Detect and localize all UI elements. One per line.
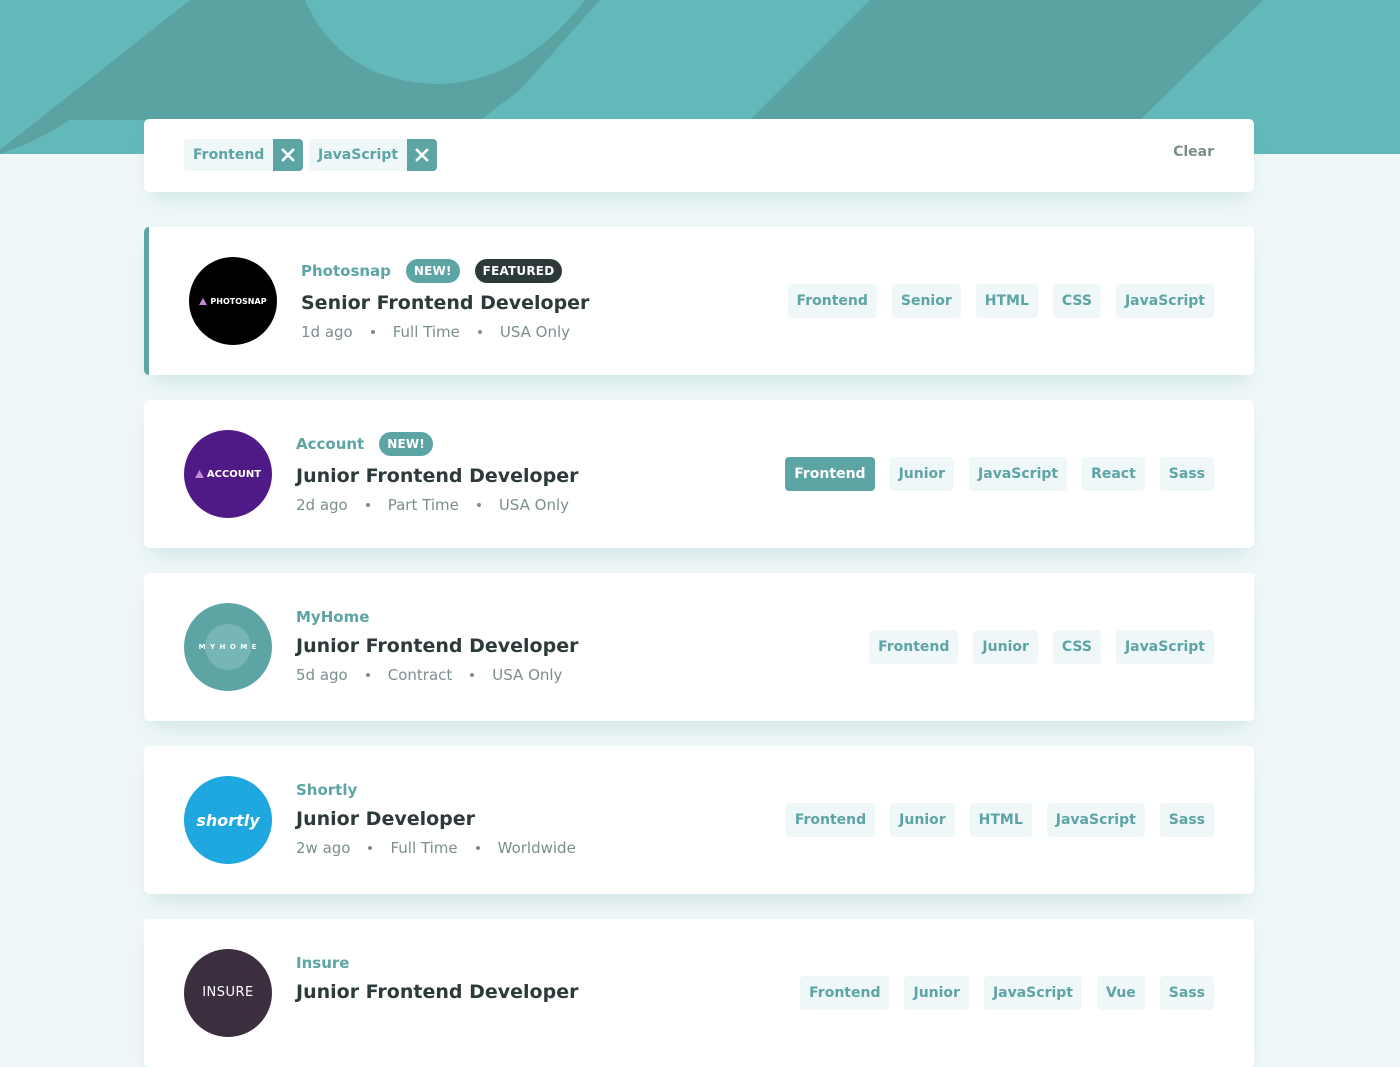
featured-badge: FEATURED xyxy=(474,259,563,283)
tag-button-active[interactable]: Frontend xyxy=(785,457,875,491)
tag-button[interactable]: Frontend xyxy=(800,976,890,1010)
new-badge: NEW! xyxy=(379,432,433,456)
tag-button[interactable]: Junior xyxy=(889,457,955,491)
job-title[interactable]: Junior Frontend Developer xyxy=(296,635,578,657)
contract-type: Part Time xyxy=(387,496,459,514)
tag-button[interactable]: JavaScript xyxy=(1046,803,1145,837)
contract-type: Contract xyxy=(387,666,453,684)
close-icon[interactable] xyxy=(407,139,438,171)
location: USA Only xyxy=(492,666,563,684)
filter-chip-javascript: JavaScript xyxy=(309,139,438,171)
tag-button[interactable]: Vue xyxy=(1096,976,1145,1010)
separator-dot xyxy=(368,846,373,850)
separator-dot xyxy=(477,330,482,334)
separator-dot xyxy=(370,330,375,334)
posted-at: 2d ago xyxy=(296,496,348,514)
company-name: Shortly xyxy=(296,781,358,799)
tag-button[interactable]: Sass xyxy=(1159,803,1214,837)
company-logo-text: shortly xyxy=(196,810,260,830)
separator-dot xyxy=(476,503,481,507)
tag-button[interactable]: HTML xyxy=(975,284,1038,318)
contract-type: Full Time xyxy=(390,839,458,857)
separator-dot xyxy=(365,673,370,677)
tag-button[interactable]: Sass xyxy=(1159,457,1214,491)
location: USA Only xyxy=(499,323,571,341)
job-card: ACCOUNT Account NEW! Junior Frontend Dev… xyxy=(144,400,1254,548)
tag-button[interactable]: CSS xyxy=(1052,284,1101,318)
new-badge: NEW! xyxy=(405,259,460,283)
posted-at: 1d ago xyxy=(301,323,353,341)
company-name: Insure xyxy=(296,954,350,972)
tag-button[interactable]: JavaScript xyxy=(1115,284,1214,318)
job-card: M Y H O M E MyHome Junior Frontend Devel… xyxy=(144,573,1254,721)
job-card: INSURE Insure Junior Frontend Developer … xyxy=(144,919,1254,1067)
tag-button[interactable]: Sass xyxy=(1159,976,1214,1010)
separator-dot xyxy=(475,846,480,850)
tag-button[interactable]: JavaScript xyxy=(969,457,1068,491)
company-logo: INSURE xyxy=(184,949,272,1037)
tag-list: Frontend Junior HTML JavaScript Sass xyxy=(785,803,1214,837)
tag-button[interactable]: Junior xyxy=(890,803,955,837)
job-title[interactable]: Junior Frontend Developer xyxy=(296,981,578,1003)
tag-button[interactable]: JavaScript xyxy=(1115,630,1214,664)
tag-button[interactable]: Junior xyxy=(904,976,969,1010)
tag-list: Frontend Junior JavaScript React Sass xyxy=(785,457,1214,491)
job-title[interactable]: Junior Frontend Developer xyxy=(296,465,578,487)
tag-list: Frontend Senior HTML CSS JavaScript xyxy=(787,284,1214,318)
company-name: Account xyxy=(296,435,365,453)
tag-button[interactable]: Frontend xyxy=(785,803,876,837)
company-logo-text: INSURE xyxy=(202,985,254,1000)
posted-at: 2w ago xyxy=(296,839,351,857)
tag-button[interactable]: Frontend xyxy=(869,630,959,664)
contract-type: Full Time xyxy=(392,323,460,341)
company-name: MyHome xyxy=(296,608,370,626)
close-icon[interactable] xyxy=(273,139,304,171)
separator-dot xyxy=(365,503,370,507)
company-logo-text: ACCOUNT xyxy=(206,468,262,480)
tag-list: Frontend Junior JavaScript Vue Sass xyxy=(800,976,1214,1010)
tag-button[interactable]: React xyxy=(1082,457,1145,491)
company-logo: ACCOUNT xyxy=(184,430,272,518)
posted-at: 5d ago xyxy=(296,666,348,684)
tag-button[interactable]: JavaScript xyxy=(983,976,1082,1010)
company-logo-text: PHOTOSNAP xyxy=(210,296,267,306)
filter-chip-frontend: Frontend xyxy=(184,139,304,171)
job-title[interactable]: Junior Developer xyxy=(296,808,576,830)
company-logo-text: M Y H O M E xyxy=(198,643,258,651)
tag-button[interactable]: Frontend xyxy=(787,284,877,318)
clear-button[interactable]: Clear xyxy=(1173,144,1214,160)
filter-chip-label: JavaScript xyxy=(309,139,408,171)
location: USA Only xyxy=(498,496,569,514)
location: Worldwide xyxy=(497,839,576,857)
company-logo: PHOTOSNAP xyxy=(189,257,277,345)
tag-button[interactable]: CSS xyxy=(1052,630,1101,664)
triangle-icon xyxy=(194,470,204,478)
tag-list: Frontend Junior CSS JavaScript xyxy=(869,630,1214,664)
company-logo: shortly xyxy=(184,776,272,864)
tag-button[interactable]: Junior xyxy=(973,630,1038,664)
filter-chip-label: Frontend xyxy=(184,139,274,171)
tag-button[interactable]: Senior xyxy=(891,284,961,318)
company-logo: M Y H O M E xyxy=(184,603,272,691)
separator-dot xyxy=(470,673,475,677)
filter-bar: Frontend JavaScript Clear xyxy=(144,119,1254,192)
job-card: PHOTOSNAP Photosnap NEW! FEATURED Senior… xyxy=(144,227,1254,375)
tag-button[interactable]: HTML xyxy=(969,803,1032,837)
job-card: shortly Shortly Junior Developer 2w ago … xyxy=(144,746,1254,894)
company-name: Photosnap xyxy=(301,262,391,280)
triangle-icon xyxy=(199,297,208,305)
job-title[interactable]: Senior Frontend Developer xyxy=(301,292,589,314)
